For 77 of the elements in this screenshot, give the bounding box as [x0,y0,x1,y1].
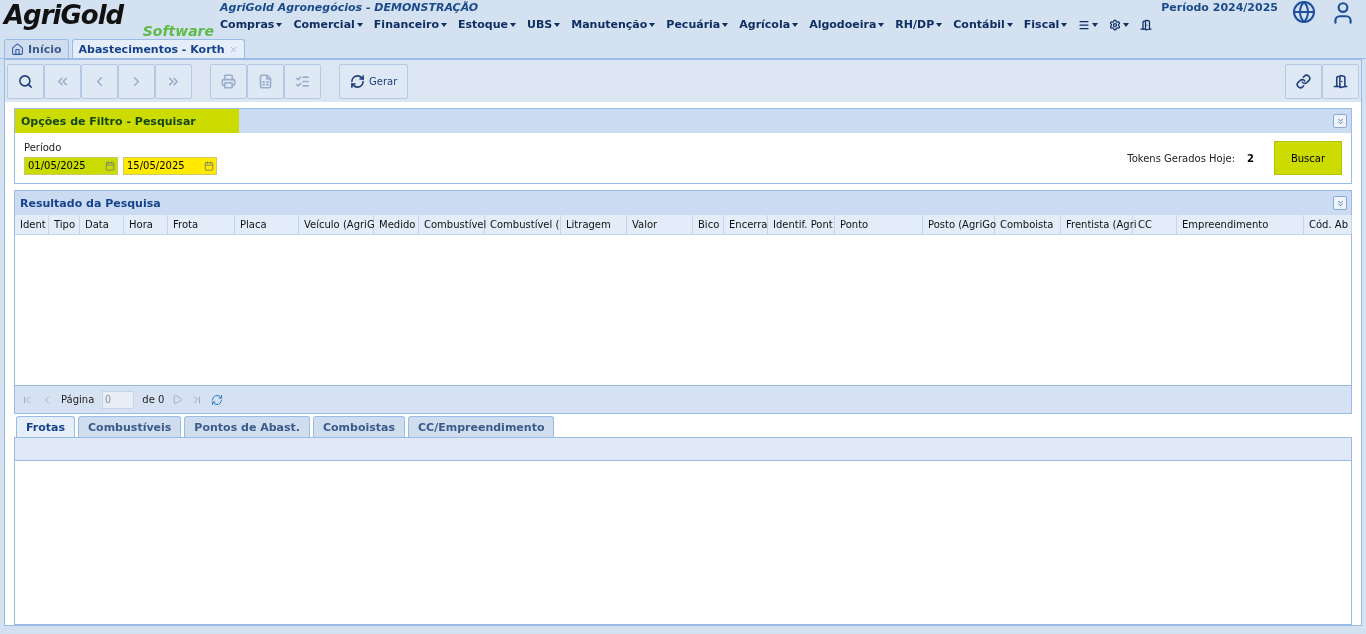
column-header[interactable]: Tipo [49,215,80,234]
menu-item[interactable]: Manutenção [571,18,656,31]
menu-item[interactable]: Contábil [953,18,1013,31]
logo-name: AgriGold [4,2,125,28]
column-header[interactable]: Combustível [419,215,485,234]
column-header[interactable]: Cód. Ab [1304,215,1352,234]
panel-title: Opções de Filtro - Pesquisar [15,109,239,133]
column-header[interactable]: Posto (AgriGo [923,215,995,234]
menu-item[interactable]: Estoque [457,18,516,31]
menu-item[interactable]: Agrícola [739,18,799,31]
column-header[interactable]: Placa [235,215,299,234]
exit-icon[interactable] [1140,18,1153,31]
calendar-icon[interactable] [204,160,214,171]
home-icon [11,42,24,56]
menu-item[interactable]: Algodoeira [809,18,885,31]
link-button[interactable] [1285,63,1322,99]
logo-tagline: Software [142,24,214,38]
period-label: Período 2024/2025 [1161,1,1278,14]
column-header[interactable]: Veículo (AgriG [299,215,374,234]
detail-tab[interactable]: Frotas [16,416,76,437]
column-header[interactable]: Ident [15,215,49,234]
company-name: AgriGold Agronegócios - DEMONSTRAÇÃO [220,1,480,14]
menu-item[interactable]: RH/DP [895,18,943,31]
refresh-icon [350,73,365,89]
page-tab[interactable]: Início [4,39,69,58]
search-icon [18,73,33,89]
next-page-icon[interactable] [172,394,184,405]
exit-button[interactable] [1322,63,1359,99]
column-header[interactable]: Identif. Pont [768,215,835,234]
field-label: Período [24,141,63,153]
close-icon[interactable] [228,44,238,54]
detail-tab[interactable]: CC/Empreendimento [408,416,555,437]
menu-item[interactable]: Pecuária [666,18,729,31]
calendar-icon[interactable] [105,160,115,171]
checklist-icon [295,73,310,89]
refresh-icon[interactable] [211,393,224,406]
column-header[interactable]: Frota [168,215,235,234]
menu-item[interactable]: Compras [220,18,283,31]
printer-icon [221,73,236,89]
collapse-icon[interactable] [1333,196,1347,210]
collapse-icon[interactable] [1333,114,1347,128]
search-button[interactable] [7,63,44,99]
menu-item[interactable]: Financeiro [373,18,447,31]
date-field[interactable]: 15/05/2025 [123,156,217,175]
column-header[interactable]: Combustível ( [485,215,561,234]
panel-title: Resultado da Pesquisa [19,196,161,210]
search-button[interactable]: Buscar [1274,141,1342,175]
column-header[interactable]: Empreendimento [1177,215,1304,234]
tokens-label: Tokens Gerados Hoje: [1127,152,1236,164]
page-label: Página [61,394,95,405]
link-icon [1296,73,1311,89]
exit-icon [1333,73,1348,89]
globe-icon[interactable] [1292,0,1316,24]
column-header[interactable]: Hora [124,215,168,234]
detail-tab[interactable]: Comboistas [312,416,406,437]
column-header[interactable]: Valor [627,215,693,234]
page-count: de 0 [142,394,165,405]
column-header[interactable]: Bico [693,215,724,234]
detail-tab[interactable]: Pontos de Abast. [184,416,310,437]
spreadsheet-icon [258,73,273,89]
first-page-icon[interactable] [21,393,33,406]
menu-item[interactable]: Fiscal [1023,18,1068,31]
settings-icon[interactable] [1109,18,1130,31]
column-header[interactable]: Data [80,215,124,234]
column-header[interactable]: Litragem [561,215,627,234]
detail-tab[interactable]: Combustíveis [78,416,182,437]
date-field[interactable]: 01/05/2025 [24,156,118,175]
column-header[interactable]: Medido [374,215,419,234]
column-header[interactable]: Comboista [995,215,1061,234]
column-header[interactable]: Encerra [724,215,768,234]
generate-button[interactable]: Gerar [339,63,409,99]
column-header[interactable]: Ponto [835,215,923,234]
tokens-count: 2 [1247,152,1254,164]
menu-item[interactable]: Comercial [293,18,363,31]
menu-icon[interactable] [1078,18,1099,31]
menu-item[interactable]: UBS [527,18,561,31]
page-tab[interactable]: Abastecimentos - Korth [71,39,245,58]
